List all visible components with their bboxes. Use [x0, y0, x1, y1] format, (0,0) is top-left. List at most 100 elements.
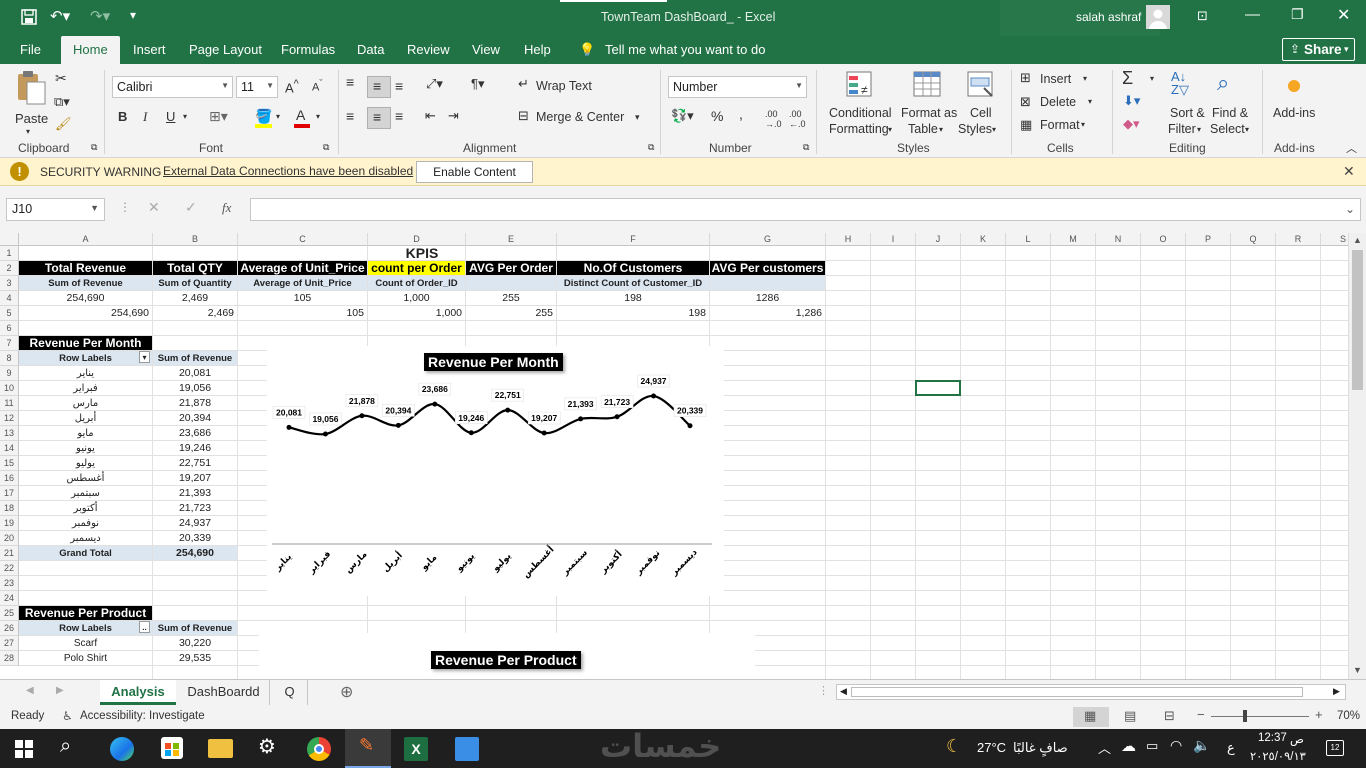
sheet-tab-analysis[interactable]: Analysis	[100, 680, 176, 705]
fill-down-icon[interactable]: ⬇▾	[1123, 93, 1140, 109]
pivot-row-value[interactable]: 30,220	[153, 636, 237, 650]
kpi-subheader[interactable]: Distinct Count of Customer_ID	[557, 276, 709, 290]
menu-formulas[interactable]: Formulas	[281, 42, 335, 57]
menu-data[interactable]: Data	[357, 42, 384, 57]
pivot-row-value[interactable]: 29,535	[153, 651, 237, 665]
column-header[interactable]: I	[871, 233, 916, 246]
row-header[interactable]: 27	[0, 636, 19, 651]
data-point[interactable]	[432, 401, 438, 407]
column-header[interactable]: G	[710, 233, 826, 246]
column-header[interactable]: L	[1006, 233, 1051, 246]
increase-font-icon[interactable]: A^	[285, 78, 299, 95]
italic-button[interactable]: I	[143, 109, 147, 125]
pivot-header-sum[interactable]: Sum of Revenue	[153, 621, 237, 635]
decrease-decimal-icon[interactable]: .00 ←.0	[789, 109, 806, 129]
pivot-grand-total-value[interactable]: 254,690	[153, 546, 237, 560]
close-icon[interactable]: ✕	[1337, 5, 1350, 25]
accounting-format-icon[interactable]: 💱▾	[671, 108, 694, 124]
pivot-row-label[interactable]: Polo Shirt	[19, 651, 152, 665]
excel-icon[interactable]: X	[404, 737, 428, 761]
row-header[interactable]: 15	[0, 456, 19, 471]
kpi-value[interactable]: 255	[466, 306, 556, 320]
kpi-value[interactable]: 1,000	[368, 306, 465, 320]
row-header[interactable]: 2	[0, 261, 19, 276]
pivot-row-value[interactable]: 19,246	[153, 441, 237, 455]
kpi-header[interactable]: Average of Unit_Price	[238, 261, 367, 275]
copy-icon[interactable]: ⧉▾	[54, 94, 70, 110]
column-header[interactable]: P	[1186, 233, 1231, 246]
data-point[interactable]	[468, 430, 474, 436]
pivot-row-value[interactable]: 24,937	[153, 516, 237, 530]
align-right-icon[interactable]: ≡	[395, 108, 403, 124]
data-point[interactable]	[578, 416, 584, 422]
row-header[interactable]: 25	[0, 606, 19, 621]
pivot-row-value[interactable]: 19,056	[153, 381, 237, 395]
pivot-row-label[interactable]: أبريل	[19, 411, 152, 425]
borders-icon[interactable]: ⊞▾	[209, 108, 228, 125]
data-point[interactable]	[395, 422, 401, 428]
menu-home[interactable]: Home	[61, 36, 120, 64]
kpi-value[interactable]: 2,469	[153, 306, 237, 320]
kpi-value[interactable]: 1286	[710, 291, 825, 305]
scroll-left-icon[interactable]: ◀	[840, 686, 847, 697]
weather-temp[interactable]: 27°C	[977, 740, 1006, 755]
conditional-formatting-button[interactable]: ≠ Conditional Formatting ▾	[825, 70, 895, 140]
kpi-header[interactable]: Total QTY	[153, 261, 237, 275]
data-point[interactable]	[322, 431, 328, 437]
pivot-row-value[interactable]: 23,686	[153, 426, 237, 440]
percent-icon[interactable]: %	[711, 108, 723, 124]
data-point[interactable]	[359, 413, 365, 419]
select-all-corner[interactable]	[0, 233, 19, 246]
store-icon[interactable]	[161, 737, 183, 759]
normal-view-button[interactable]: ▦	[1073, 707, 1109, 727]
row-header[interactable]: 22	[0, 561, 19, 576]
notification-icon[interactable]: 12	[1326, 740, 1344, 756]
align-middle-button[interactable]: ≡	[367, 76, 391, 98]
kpi-subheader[interactable]: Sum of Quantity	[153, 276, 237, 290]
pivot-title[interactable]: Revenue Per Month	[19, 336, 152, 350]
chrome-icon[interactable]	[307, 737, 331, 761]
delete-cells-icon[interactable]: ⊠	[1020, 94, 1031, 110]
kpi-header[interactable]: AVG Per Order	[466, 261, 556, 275]
orientation-icon[interactable]: ⤢▾	[426, 76, 443, 92]
row-header[interactable]: 4	[0, 291, 19, 306]
enable-content-button[interactable]: Enable Content	[416, 161, 533, 183]
data-point[interactable]	[505, 407, 511, 413]
zoom-out-icon[interactable]: −	[1197, 707, 1205, 722]
pivot-row-value[interactable]: 20,394	[153, 411, 237, 425]
comma-style-icon[interactable]: ,	[739, 106, 743, 122]
font-name-select[interactable]: Calibri ▼	[112, 76, 233, 98]
battery-icon[interactable]: ▭	[1146, 738, 1158, 754]
column-header[interactable]: J	[916, 233, 961, 246]
increase-decimal-icon[interactable]: .00 →.0	[765, 109, 782, 129]
data-point[interactable]	[614, 414, 620, 420]
kpi-header[interactable]: count per Order	[368, 261, 465, 275]
addins-button[interactable]: Add-ins	[1270, 70, 1320, 140]
sheet-tab-q[interactable]: Q	[272, 680, 308, 705]
paste-button[interactable]: Paste ▾	[10, 70, 52, 136]
row-header[interactable]: 5	[0, 306, 19, 321]
row-header[interactable]: 17	[0, 486, 19, 501]
row-header[interactable]: 1	[0, 246, 19, 261]
format-painter-icon[interactable]: 🖌	[55, 116, 72, 132]
volume-icon[interactable]: 🔈	[1193, 737, 1210, 754]
kpi-header[interactable]: AVG Per customers	[710, 261, 825, 275]
font-color-dropdown-icon[interactable]: ▾	[316, 112, 320, 121]
chevron-down-icon[interactable]: ▾	[1083, 74, 1087, 83]
column-header[interactable]: D	[368, 233, 466, 246]
wrap-text-icon[interactable]: ↵	[518, 76, 529, 92]
ribbon-display-icon[interactable]: ⊡	[1197, 8, 1208, 24]
revenue-product-chart[interactable]: Revenue Per Product	[259, 633, 755, 679]
alignment-launcher-icon[interactable]: ⧉	[648, 142, 654, 153]
file-explorer-icon[interactable]	[208, 739, 233, 758]
clear-icon[interactable]: ◆▾	[1123, 116, 1140, 132]
search-icon[interactable]: ⌕	[60, 735, 71, 758]
number-launcher-icon[interactable]: ⧉	[803, 142, 809, 153]
row-header[interactable]: 28	[0, 651, 19, 666]
row-header[interactable]: 19	[0, 516, 19, 531]
increase-indent-icon[interactable]: ⇥	[448, 108, 459, 124]
bold-button[interactable]: B	[118, 109, 127, 124]
wrap-text-button[interactable]: Wrap Text	[536, 79, 592, 93]
insert-function-icon[interactable]: fx	[222, 200, 231, 216]
row-header[interactable]: 10	[0, 381, 19, 396]
